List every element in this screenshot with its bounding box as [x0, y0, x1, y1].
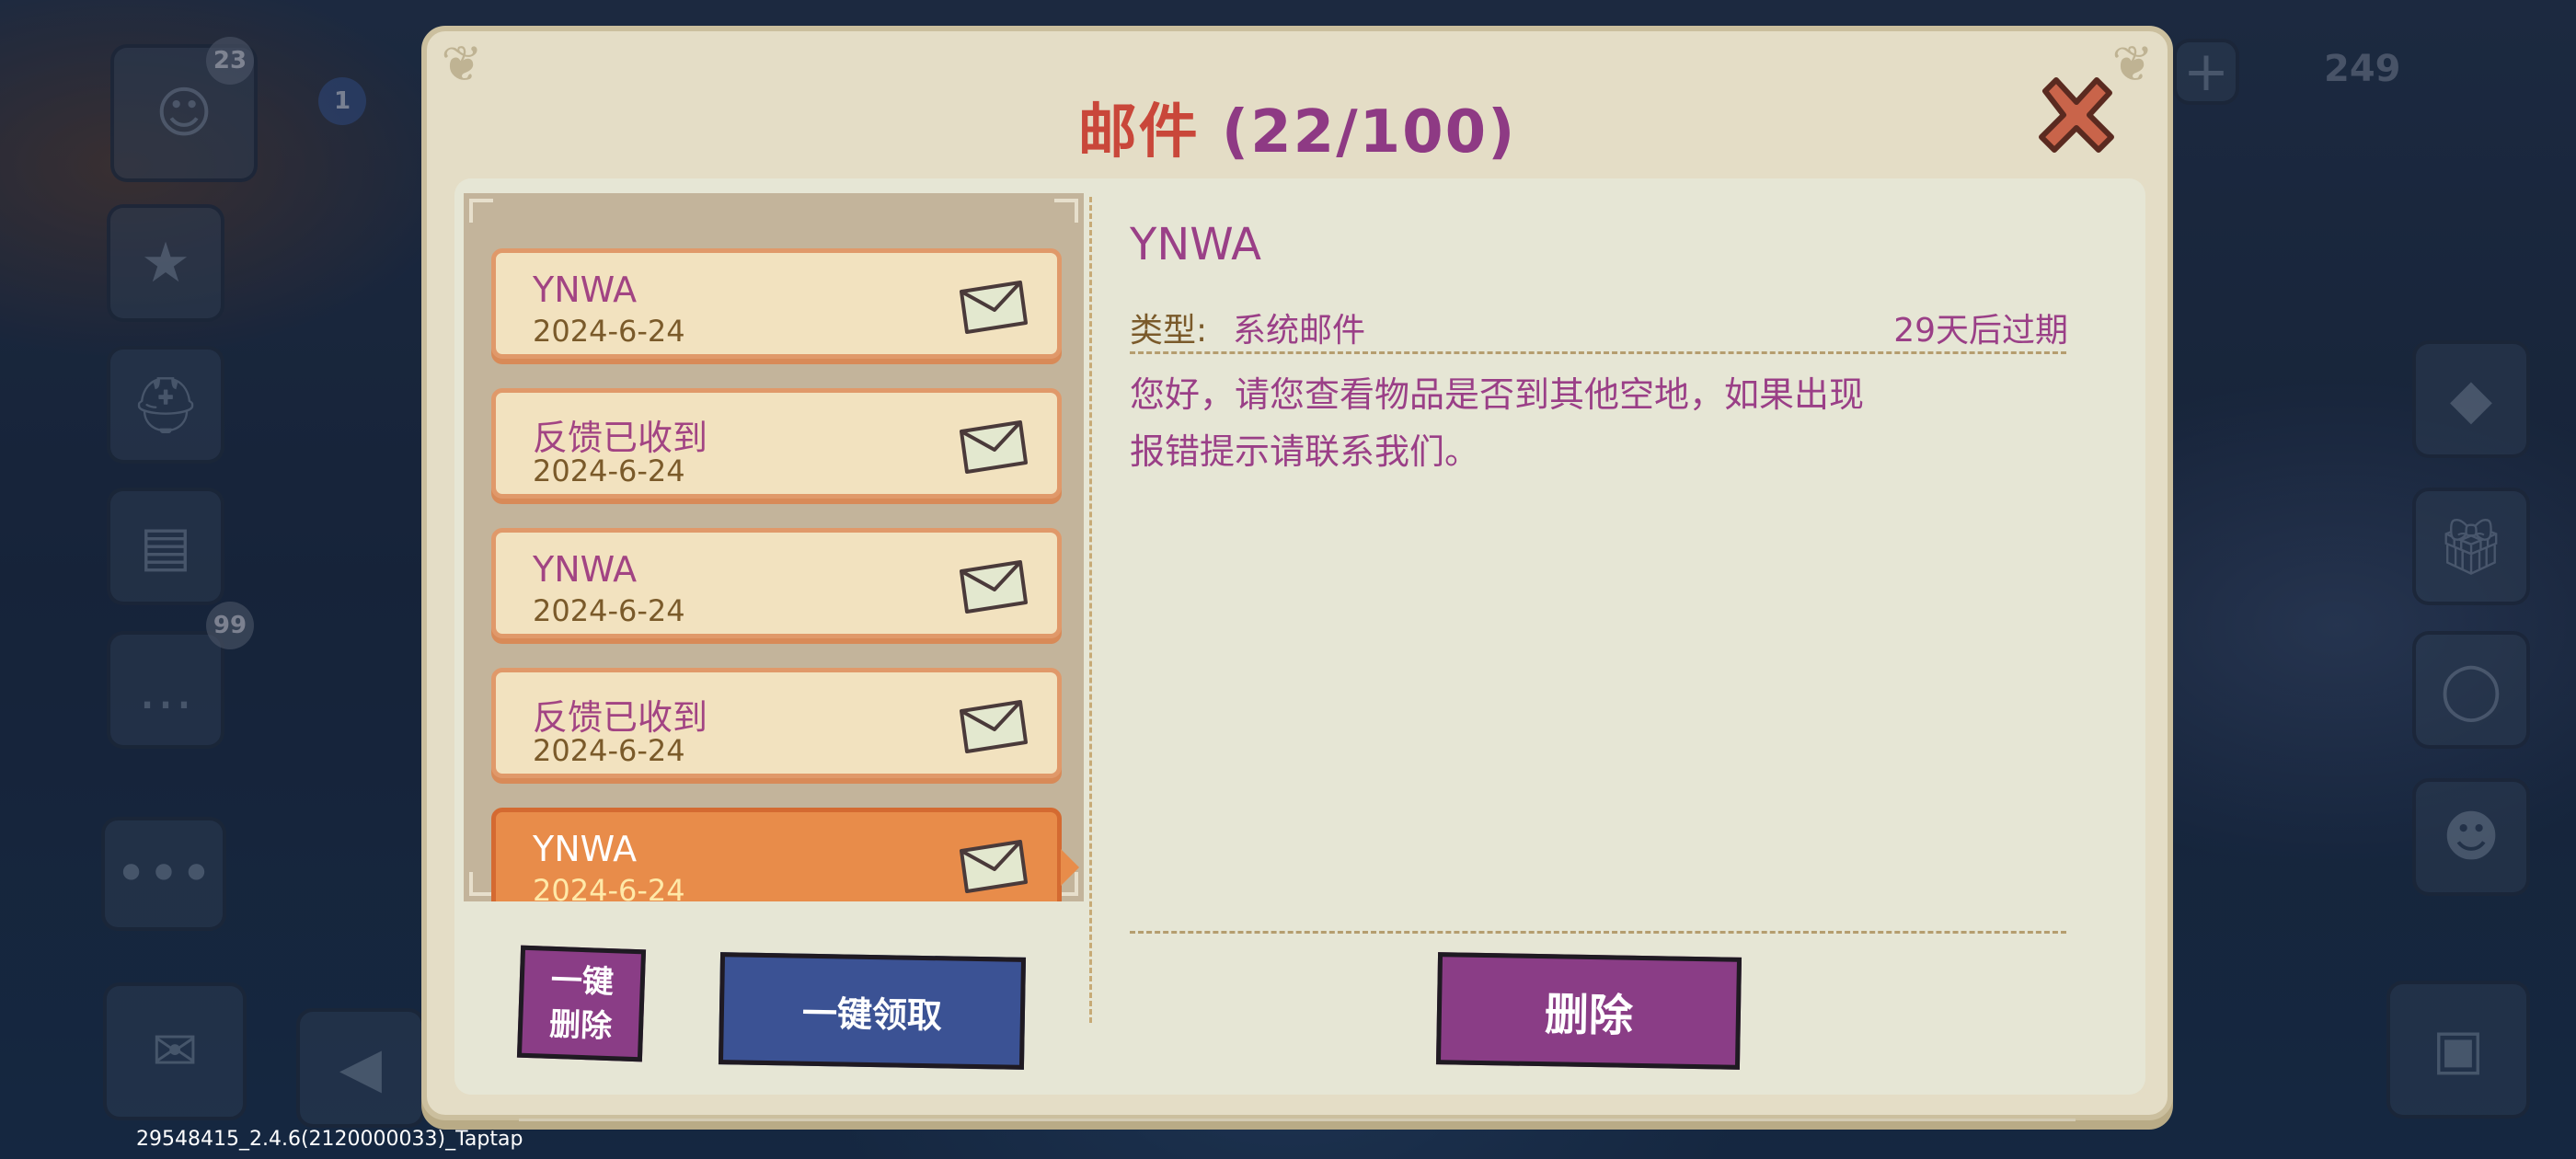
mail-item-date: 2024-6-24	[533, 453, 685, 488]
mail-item-selected[interactable]: YNWA 2024-6-24	[491, 808, 1079, 901]
mail-item-name: YNWA	[533, 829, 638, 869]
dialog-content: YNWA 2024-6-24 反馈已收到 2024-6-24 YNWA 2024…	[454, 178, 2145, 1095]
envelope-icon	[960, 281, 1028, 334]
dialog-bottom-line	[519, 1119, 2076, 1121]
mail-type-value: 系统邮件	[1233, 312, 1366, 350]
mail-dialog: ❦ ❦ 邮件 (22/100) YNWA 2024-6-24 反馈已收到 202…	[421, 26, 2173, 1121]
mail-item-name: YNWA	[533, 270, 638, 310]
mail-item-name: 反馈已收到	[533, 418, 708, 458]
mail-item[interactable]: 反馈已收到 2024-6-24	[491, 388, 1062, 499]
list-corner	[469, 199, 493, 223]
mail-item[interactable]: YNWA 2024-6-24	[491, 528, 1062, 638]
envelope-icon	[960, 840, 1028, 893]
list-corner	[469, 872, 493, 896]
mail-body-line: 报错提示请联系我们。	[1130, 431, 1480, 472]
claim-all-button[interactable]: 一键领取	[718, 952, 1027, 1070]
envelope-icon	[960, 420, 1028, 474]
mail-detail-title: YNWA	[1130, 219, 1261, 270]
mail-item-name: YNWA	[533, 549, 638, 590]
mail-item-date: 2024-6-24	[533, 873, 685, 901]
delete-all-button[interactable]: 一键 删除	[516, 945, 647, 1062]
mail-body-line: 您好，请您查看物品是否到其他空地，如果出现	[1130, 374, 1865, 415]
corner-ornament-icon: ❦	[441, 35, 483, 93]
delete-all-label-line1: 一键	[550, 961, 615, 1002]
mail-count: (22/100)	[1221, 98, 1517, 166]
vertical-divider	[1089, 197, 1092, 1023]
version-text: 29548415_2.4.6(2120000033)_Taptap	[136, 1128, 523, 1151]
mail-item-name: 反馈已收到	[533, 697, 708, 738]
title-text: 邮件	[1077, 98, 1200, 166]
mail-item-date: 2024-6-24	[533, 314, 685, 349]
close-icon	[2039, 77, 2114, 153]
dialog-title: 邮件 (22/100)	[427, 85, 2168, 169]
delete-all-label-line2: 删除	[548, 1005, 613, 1046]
mail-item-date: 2024-6-24	[533, 593, 685, 628]
mail-item[interactable]: 反馈已收到 2024-6-24	[491, 668, 1062, 778]
list-corner	[1054, 199, 1078, 223]
envelope-icon	[960, 560, 1028, 614]
mail-body: 您好，请您查看物品是否到其他空地，如果出现 报错提示请联系我们。	[1130, 366, 1995, 480]
detail-divider	[1130, 351, 2066, 354]
mail-type-label: 类型:	[1130, 312, 1208, 350]
close-button[interactable]	[2026, 64, 2127, 166]
delete-button[interactable]: 删除	[1435, 952, 1742, 1070]
mail-list[interactable]: YNWA 2024-6-24 反馈已收到 2024-6-24 YNWA 2024…	[464, 193, 1084, 901]
mail-expire: 29天后过期	[1893, 312, 2068, 350]
selection-arrow	[1061, 849, 1079, 886]
detail-divider	[1130, 931, 2066, 934]
mail-item[interactable]: YNWA 2024-6-24	[491, 248, 1062, 359]
mail-item-date: 2024-6-24	[533, 733, 685, 768]
envelope-icon	[960, 700, 1028, 753]
